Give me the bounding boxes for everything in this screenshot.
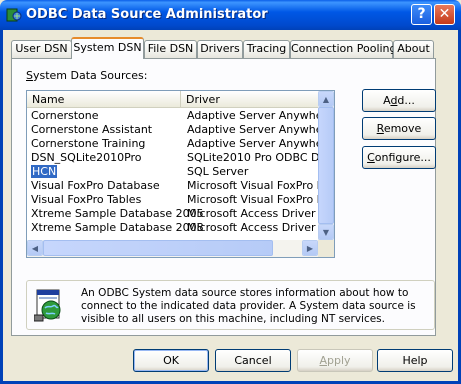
ok-button[interactable]: OK xyxy=(133,349,209,372)
apply-button[interactable]: Apply xyxy=(297,349,373,372)
tab-about[interactable]: About xyxy=(393,40,434,58)
help-title-button[interactable]: ? xyxy=(411,4,432,25)
tab-drivers[interactable]: Drivers xyxy=(197,40,243,58)
tab-file-dsn[interactable]: File DSN xyxy=(144,40,197,58)
window-title: ODBC Data Source Administrator xyxy=(26,7,268,22)
tab-user-dsn[interactable]: User DSN xyxy=(11,40,72,58)
tab-tracing[interactable]: Tracing xyxy=(243,40,290,58)
scroll-corner xyxy=(318,240,334,257)
column-header-name[interactable]: Name xyxy=(27,91,181,108)
cancel-button[interactable]: Cancel xyxy=(215,349,291,372)
horizontal-scroll-thumb[interactable] xyxy=(43,240,273,256)
tab-connection-pooling[interactable]: Connection Pooling xyxy=(290,40,397,58)
odbc-datasource-icon xyxy=(34,289,61,322)
tab-system-dsn[interactable]: System DSN xyxy=(71,37,144,59)
column-header-driver[interactable]: Driver xyxy=(181,91,318,108)
close-button[interactable]: ✕ xyxy=(434,4,455,25)
help-button[interactable]: Help xyxy=(377,349,453,372)
remove-button[interactable]: Remove xyxy=(362,117,436,140)
info-text: An ODBC System data source stores inform… xyxy=(81,287,416,325)
scroll-down-arrow-icon[interactable]: ▼ xyxy=(318,224,334,240)
horizontal-scrollbar[interactable]: ◀ ▶ xyxy=(27,240,318,257)
vertical-scroll-thumb[interactable] xyxy=(318,107,334,224)
vertical-scrollbar[interactable]: ▲ ▼ xyxy=(318,91,334,240)
title-bar[interactable]: ODBC Data Source Administrator ? ✕ xyxy=(0,0,461,30)
configure-button[interactable]: Configure... xyxy=(362,146,436,169)
add-button[interactable]: Add... xyxy=(362,89,436,112)
system-data-sources-label: System Data Sources: xyxy=(26,69,148,82)
odbc-app-icon xyxy=(6,8,22,22)
scroll-right-arrow-icon[interactable]: ▶ xyxy=(302,240,318,256)
scroll-left-arrow-icon[interactable]: ◀ xyxy=(27,240,43,256)
data-sources-list[interactable]: Name Driver Cornerstone Adaptive Server … xyxy=(26,90,335,258)
scroll-up-arrow-icon[interactable]: ▲ xyxy=(318,91,334,107)
